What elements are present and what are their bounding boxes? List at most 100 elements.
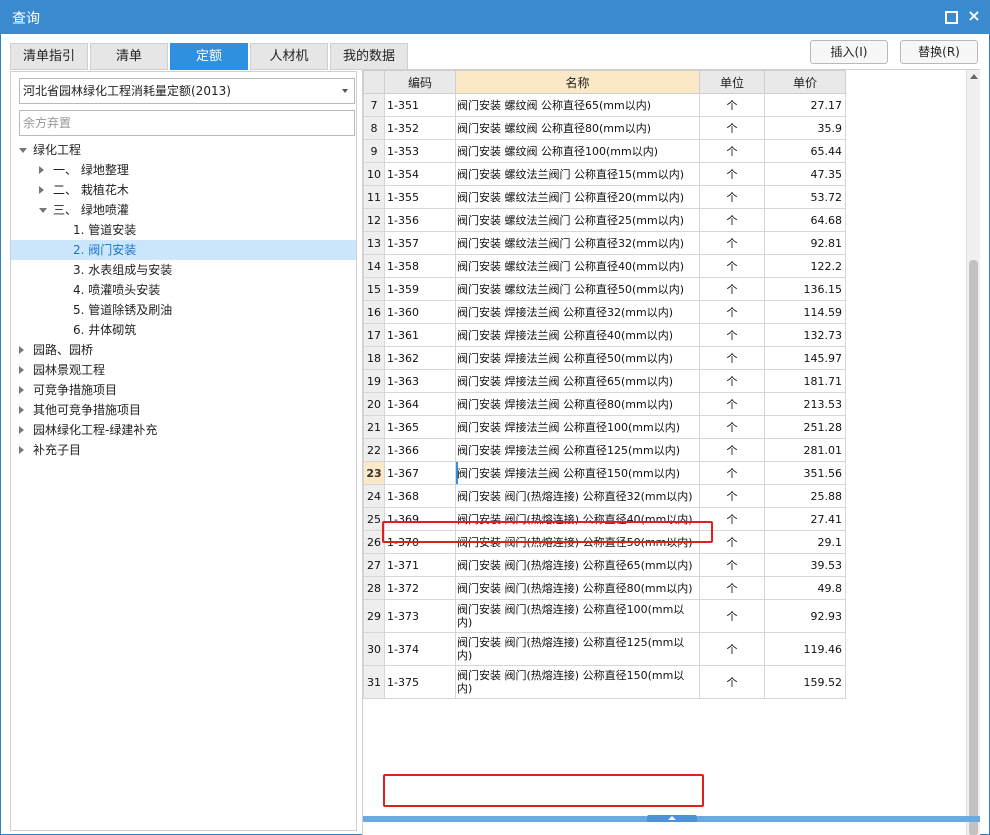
collapsed-arrow-icon[interactable] xyxy=(19,406,24,414)
price-cell[interactable]: 136.15 xyxy=(764,277,846,301)
code-cell[interactable]: 1-366 xyxy=(384,438,456,462)
table-row[interactable]: 24 1-368 阀门安装 阀门(热熔连接) 公称直径32(mm以内) 个 25.88 xyxy=(363,484,846,508)
unit-cell[interactable]: 个 xyxy=(699,392,765,416)
price-cell[interactable]: 122.2 xyxy=(764,254,846,278)
unit-cell[interactable]: 个 xyxy=(699,530,765,554)
tree-node[interactable]: 园林景观工程 xyxy=(11,360,356,380)
unit-cell[interactable]: 个 xyxy=(699,438,765,462)
code-cell[interactable]: 1-371 xyxy=(384,553,456,577)
tree-node[interactable]: 6. 井体砌筑 xyxy=(11,320,356,340)
code-cell[interactable]: 1-357 xyxy=(384,231,456,255)
price-cell[interactable]: 39.53 xyxy=(764,553,846,577)
table-row[interactable]: 22 1-366 阀门安装 焊接法兰阀 公称直径125(mm以内) 个 281.01 xyxy=(363,438,846,462)
table-row[interactable]: 20 1-364 阀门安装 焊接法兰阀 公称直径80(mm以内) 个 213.53 xyxy=(363,392,846,416)
unit-cell[interactable]: 个 xyxy=(699,507,765,531)
unit-cell[interactable]: 个 xyxy=(699,162,765,186)
tree-node[interactable]: 绿化工程 xyxy=(11,140,356,160)
code-cell[interactable]: 1-354 xyxy=(384,162,456,186)
price-cell[interactable]: 65.44 xyxy=(764,139,846,163)
name-cell[interactable]: 阀门安装 阀门(热熔连接) 公称直径150(mm以内) xyxy=(455,665,700,699)
scroll-up-icon[interactable] xyxy=(970,74,978,79)
price-cell[interactable]: 53.72 xyxy=(764,185,846,209)
table-row[interactable]: 29 1-373 阀门安装 阀门(热熔连接) 公称直径100(mm以内) 个 92.93 xyxy=(363,599,846,633)
unit-cell[interactable]: 个 xyxy=(699,254,765,278)
tree-node[interactable]: 4. 喷灌喷头安装 xyxy=(11,280,356,300)
collapsed-arrow-icon[interactable] xyxy=(19,386,24,394)
name-cell[interactable]: 阀门安装 阀门(热熔连接) 公称直径32(mm以内) xyxy=(455,484,700,508)
tree-node[interactable]: 二、 栽植花木 xyxy=(11,180,356,200)
table-row[interactable]: 31 1-375 阀门安装 阀门(热熔连接) 公称直径150(mm以内) 个 159.5… xyxy=(363,665,846,699)
table-row[interactable]: 25 1-369 阀门安装 阀门(热熔连接) 公称直径40(mm以内) 个 27.41 xyxy=(363,507,846,531)
code-cell[interactable]: 1-374 xyxy=(384,632,456,666)
table-row[interactable]: 9 1-353 阀门安装 螺纹阀 公称直径100(mm以内) 个 65.44 xyxy=(363,139,846,163)
name-cell[interactable]: 阀门安装 螺纹法兰阀门 公称直径25(mm以内) xyxy=(455,208,700,232)
table-row[interactable]: 13 1-357 阀门安装 螺纹法兰阀门 公称直径32(mm以内) 个 92.81 xyxy=(363,231,846,255)
table-row[interactable]: 26 1-370 阀门安装 阀门(热熔连接) 公称直径50(mm以内) 个 29.1 xyxy=(363,530,846,554)
price-cell[interactable]: 92.93 xyxy=(764,599,846,633)
table-row[interactable]: 21 1-365 阀门安装 焊接法兰阀 公称直径100(mm以内) 个 251.28 xyxy=(363,415,846,439)
price-cell[interactable]: 351.56 xyxy=(764,461,846,485)
collapsed-arrow-icon[interactable] xyxy=(19,446,24,454)
price-cell[interactable]: 49.8 xyxy=(764,576,846,600)
tree-node[interactable]: 园林绿化工程-绿建补充 xyxy=(11,420,356,440)
table-row[interactable]: 8 1-352 阀门安装 螺纹阀 公称直径80(mm以内) 个 35.9 xyxy=(363,116,846,140)
code-cell[interactable]: 1-361 xyxy=(384,323,456,347)
code-cell[interactable]: 1-355 xyxy=(384,185,456,209)
price-cell[interactable]: 213.53 xyxy=(764,392,846,416)
close-icon[interactable]: × xyxy=(966,8,982,24)
splitter-grip-icon[interactable] xyxy=(647,815,697,822)
table-row[interactable]: 17 1-361 阀门安装 焊接法兰阀 公称直径40(mm以内) 个 132.73 xyxy=(363,323,846,347)
table-row[interactable]: 16 1-360 阀门安装 焊接法兰阀 公称直径32(mm以内) 个 114.59 xyxy=(363,300,846,324)
name-cell[interactable]: 阀门安装 螺纹阀 公称直径80(mm以内) xyxy=(455,116,700,140)
name-cell[interactable]: 阀门安装 阀门(热熔连接) 公称直径100(mm以内) xyxy=(455,599,700,633)
tree-node[interactable]: 1. 管道安装 xyxy=(11,220,356,240)
name-cell[interactable]: 阀门安装 螺纹法兰阀门 公称直径50(mm以内) xyxy=(455,277,700,301)
name-cell[interactable]: 阀门安装 阀门(热熔连接) 公称直径50(mm以内) xyxy=(455,530,700,554)
price-cell[interactable]: 159.52 xyxy=(764,665,846,699)
table-row[interactable]: 19 1-363 阀门安装 焊接法兰阀 公称直径65(mm以内) 个 181.71 xyxy=(363,369,846,393)
tree-node[interactable]: 5. 管道除锈及刷油 xyxy=(11,300,356,320)
price-cell[interactable]: 47.35 xyxy=(764,162,846,186)
code-cell[interactable]: 1-373 xyxy=(384,599,456,633)
scroll-thumb[interactable] xyxy=(969,260,978,835)
search-input[interactable] xyxy=(19,110,355,136)
code-cell[interactable]: 1-365 xyxy=(384,415,456,439)
table-row[interactable]: 11 1-355 阀门安装 螺纹法兰阀门 公称直径20(mm以内) 个 53.72 xyxy=(363,185,846,209)
name-cell[interactable]: 阀门安装 阀门(热熔连接) 公称直径80(mm以内) xyxy=(455,576,700,600)
tree-node[interactable]: 一、 绿地整理 xyxy=(11,160,356,180)
col-header-code[interactable]: 编码 xyxy=(384,70,456,94)
replace-button[interactable]: 替换(R) xyxy=(900,40,978,64)
code-cell[interactable]: 1-367 xyxy=(384,461,456,485)
tree-node[interactable]: 其他可竞争措施项目 xyxy=(11,400,356,420)
tab-labor-material-machine[interactable]: 人材机 xyxy=(250,43,328,70)
unit-cell[interactable]: 个 xyxy=(699,599,765,633)
name-cell[interactable]: 阀门安装 焊接法兰阀 公称直径40(mm以内) xyxy=(455,323,700,347)
collapsed-arrow-icon[interactable] xyxy=(19,426,24,434)
tab-bill-guide[interactable]: 清单指引 xyxy=(10,43,88,70)
table-row[interactable]: 30 1-374 阀门安装 阀门(热熔连接) 公称直径125(mm以内) 个 119.4… xyxy=(363,632,846,666)
unit-cell[interactable]: 个 xyxy=(699,632,765,666)
unit-cell[interactable]: 个 xyxy=(699,461,765,485)
price-cell[interactable]: 35.9 xyxy=(764,116,846,140)
tree-node[interactable]: 可竞争措施项目 xyxy=(11,380,356,400)
tree-node[interactable]: 补充子目 xyxy=(11,440,356,460)
code-cell[interactable]: 1-363 xyxy=(384,369,456,393)
tab-bill[interactable]: 清单 xyxy=(90,43,168,70)
tree-node[interactable]: 三、 绿地喷灌 xyxy=(11,200,356,220)
collapsed-arrow-icon[interactable] xyxy=(19,346,24,354)
name-cell[interactable]: 阀门安装 阀门(热熔连接) 公称直径125(mm以内) xyxy=(455,632,700,666)
price-cell[interactable]: 27.17 xyxy=(764,93,846,117)
col-header-name[interactable]: 名称 xyxy=(455,70,700,94)
price-cell[interactable]: 251.28 xyxy=(764,415,846,439)
name-cell[interactable]: 阀门安装 焊接法兰阀 公称直径150(mm以内) xyxy=(455,461,700,485)
code-cell[interactable]: 1-360 xyxy=(384,300,456,324)
code-cell[interactable]: 1-368 xyxy=(384,484,456,508)
price-cell[interactable]: 132.73 xyxy=(764,323,846,347)
code-cell[interactable]: 1-358 xyxy=(384,254,456,278)
unit-cell[interactable]: 个 xyxy=(699,415,765,439)
table-row[interactable]: 18 1-362 阀门安装 焊接法兰阀 公称直径50(mm以内) 个 145.97 xyxy=(363,346,846,370)
table-row[interactable]: 12 1-356 阀门安装 螺纹法兰阀门 公称直径25(mm以内) 个 64.68 xyxy=(363,208,846,232)
collapsed-arrow-icon[interactable] xyxy=(39,166,44,174)
name-cell[interactable]: 阀门安装 螺纹法兰阀门 公称直径40(mm以内) xyxy=(455,254,700,278)
name-cell[interactable]: 阀门安装 阀门(热熔连接) 公称直径65(mm以内) xyxy=(455,553,700,577)
